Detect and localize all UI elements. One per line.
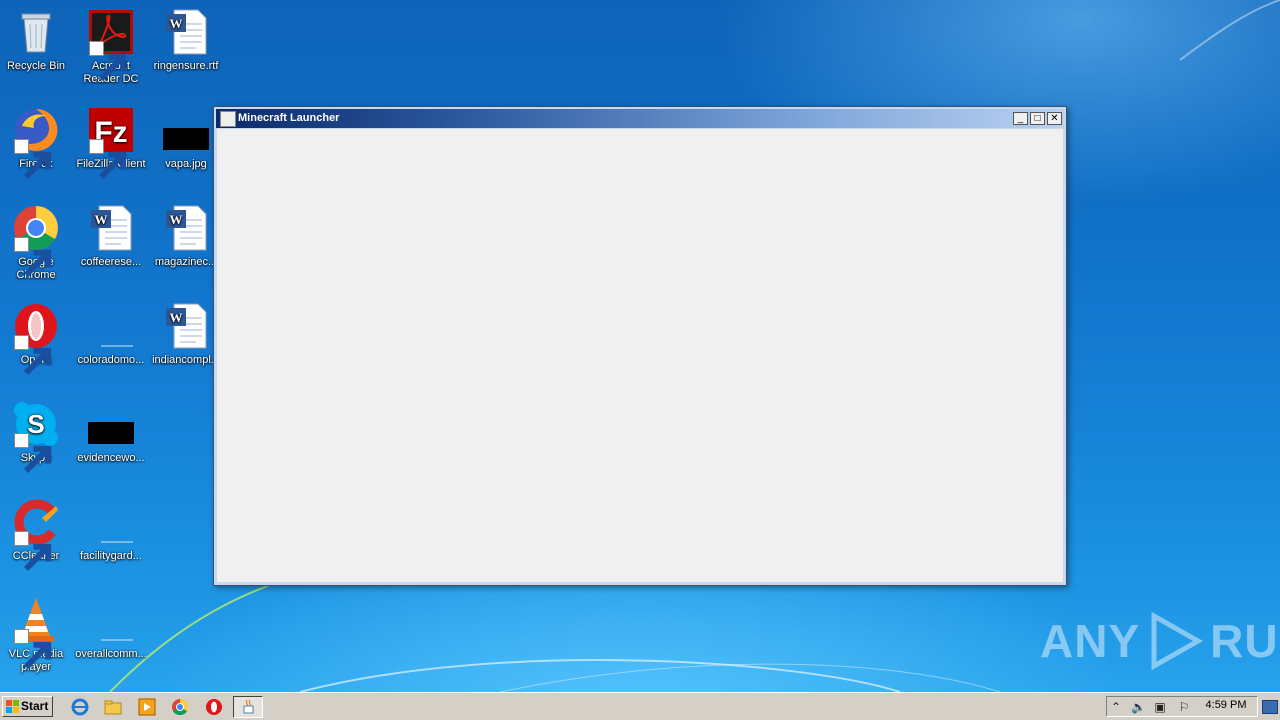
shortcut-arrow-icon — [89, 41, 127, 82]
svg-text:W: W — [170, 16, 183, 31]
opera-icon — [12, 302, 60, 376]
desktop-icon-label: Recycle Bin — [6, 60, 66, 72]
recycle-bin-icon — [12, 8, 60, 56]
desktop-icon-ringensure[interactable]: W ringensure.rtf — [150, 8, 222, 73]
shortcut-arrow-icon — [14, 335, 52, 376]
maximize-button[interactable]: □ — [1030, 112, 1045, 125]
internet-explorer-icon[interactable] — [71, 698, 89, 716]
desktop-icon-firefox[interactable]: Firefox — [0, 106, 72, 180]
desktop-icon-google-chrome[interactable]: Google Chrome — [0, 204, 72, 282]
desktop-icon-facilitygard[interactable]: facilitygard... — [75, 498, 147, 563]
shortcut-arrow-icon — [14, 531, 52, 572]
desktop-icon-magazinec[interactable]: W magazinec... — [150, 204, 222, 269]
desktop-icon-label: indiancompl... — [152, 354, 220, 366]
desktop-icon-coloradomo[interactable]: coloradomo... — [75, 302, 147, 367]
image-thumbnail-icon — [162, 106, 210, 154]
acrobat-icon — [87, 8, 135, 82]
ccleaner-icon — [12, 498, 60, 572]
start-label: Start — [21, 699, 49, 713]
blank-file-icon — [87, 302, 135, 350]
desktop-icon-coffeerese[interactable]: W coffeerese... — [75, 204, 147, 269]
desktop-icon-overallcomm[interactable]: overallcomm... — [75, 596, 147, 661]
action-center-flag-icon[interactable]: ⚐ — [1177, 700, 1191, 714]
word-document-icon: W — [162, 204, 210, 252]
desktop-icon-indiancompl[interactable]: W indiancompl... — [150, 302, 222, 367]
taskbar-minecraft-launcher[interactable] — [233, 696, 263, 718]
java-cup-icon — [240, 698, 258, 716]
skype-icon: S — [12, 400, 60, 474]
desktop-icon-opera[interactable]: Opera — [0, 302, 72, 376]
desktop-icon-label: facilitygard... — [80, 550, 142, 562]
desktop-icon-vapa[interactable]: vapa.jpg — [150, 106, 222, 171]
taskbar-clock[interactable]: 4:59 PM — [1196, 699, 1256, 711]
desktop-icon-vlc[interactable]: VLC media player — [0, 596, 72, 674]
svg-text:W: W — [170, 310, 183, 325]
desktop-icon-ccleaner[interactable]: CCleaner — [0, 498, 72, 572]
desktop-icon-label: coloradomo... — [77, 354, 145, 366]
shortcut-arrow-icon — [14, 629, 52, 670]
vlc-cone-icon — [12, 596, 60, 670]
watermark-right-text: RUN — [1210, 615, 1280, 667]
desktop-icon-label: magazinec... — [154, 256, 218, 268]
chrome-icon — [12, 204, 60, 278]
window-title: Minecraft Launcher — [238, 112, 340, 124]
filezilla-icon: Fz — [87, 106, 135, 180]
shortcut-arrow-icon — [14, 237, 52, 278]
shortcut-arrow-icon — [89, 139, 127, 180]
blank-file-icon — [87, 596, 135, 644]
svg-text:W: W — [170, 212, 183, 227]
chrome-icon[interactable] — [171, 698, 189, 716]
show-desktop-button[interactable] — [1262, 700, 1278, 714]
blank-file-icon — [87, 498, 135, 546]
play-triangle-icon — [1151, 611, 1204, 671]
anyrun-watermark: ANY RUN — [1040, 610, 1280, 672]
file-explorer-icon[interactable] — [104, 698, 122, 716]
window-titlebar[interactable]: Minecraft Launcher _ □ ✕ — [216, 109, 1064, 128]
volume-icon[interactable]: 🔈 — [1131, 700, 1146, 714]
close-button[interactable]: ✕ — [1047, 112, 1062, 125]
image-thumbnail-icon — [87, 400, 135, 448]
taskbar: Start ⌃ 🔈 ▣ ⚐ — [0, 692, 1280, 720]
desktop-icon-filezilla[interactable]: Fz FileZilla Client — [75, 106, 147, 180]
network-icon[interactable]: ▣ — [1153, 700, 1167, 714]
firefox-icon — [12, 106, 60, 180]
media-player-icon[interactable] — [138, 698, 156, 716]
window-client-area — [217, 129, 1063, 582]
desktop-icon-evidencewo[interactable]: evidencewo... — [75, 400, 147, 465]
start-button[interactable]: Start — [2, 696, 53, 717]
shortcut-arrow-icon — [14, 139, 52, 180]
minecraft-launcher-window[interactable]: Minecraft Launcher _ □ ✕ — [213, 106, 1067, 586]
word-document-icon: W — [162, 8, 210, 56]
windows-flag-icon — [6, 700, 19, 713]
word-document-icon: W — [162, 302, 210, 350]
watermark-left-text: ANY — [1040, 615, 1141, 667]
java-cup-icon — [220, 111, 236, 127]
minimize-button[interactable]: _ — [1013, 112, 1028, 125]
desktop-icon-label: ringensure.rtf — [153, 60, 219, 72]
desktop-icon-skype[interactable]: S Skype — [0, 400, 72, 474]
desktop-icon-label: coffeerese... — [80, 256, 142, 268]
shortcut-arrow-icon — [14, 433, 52, 474]
word-document-icon: W — [87, 204, 135, 252]
desktop-icon-label: vapa.jpg — [165, 158, 207, 170]
show-hidden-icons-icon[interactable]: ⌃ — [1109, 700, 1123, 714]
opera-icon[interactable] — [205, 698, 223, 716]
desktop-icon-label: evidencewo... — [77, 452, 145, 464]
desktop-icon-label: overallcomm... — [75, 648, 147, 660]
desktop-icon-acrobat-reader[interactable]: Acrobat Reader DC — [75, 8, 147, 86]
desktop-icon-recycle-bin[interactable]: Recycle Bin — [0, 8, 72, 73]
svg-text:W: W — [95, 212, 108, 227]
